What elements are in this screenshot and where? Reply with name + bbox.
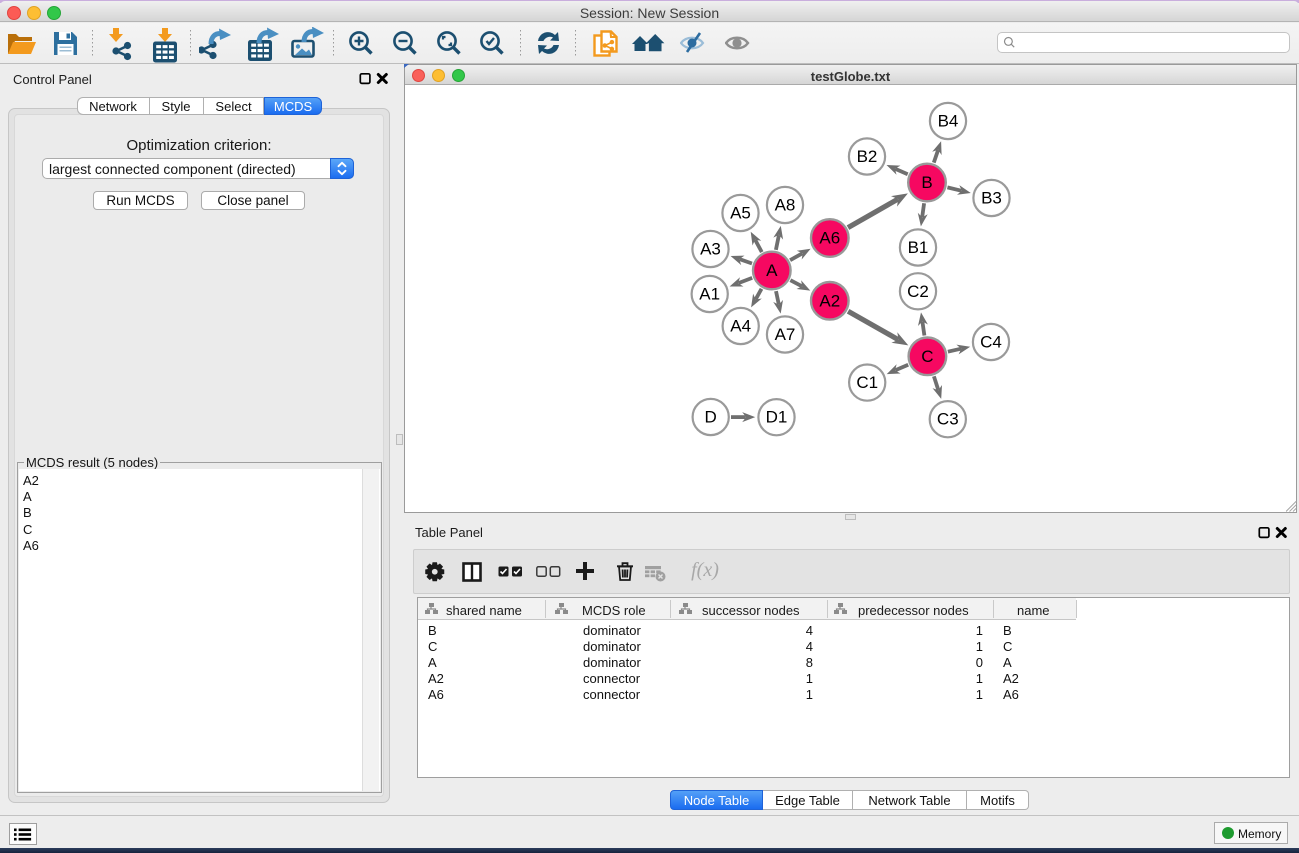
svg-text:C1: C1 — [856, 373, 878, 392]
svg-text:A4: A4 — [730, 317, 751, 336]
svg-text:A7: A7 — [775, 325, 796, 344]
svg-text:A5: A5 — [730, 204, 751, 223]
svg-text:B2: B2 — [857, 147, 878, 166]
svg-text:A8: A8 — [775, 196, 796, 215]
svg-text:A2: A2 — [819, 291, 840, 310]
svg-text:C: C — [921, 347, 933, 366]
svg-text:B: B — [921, 173, 932, 192]
svg-text:A3: A3 — [700, 240, 721, 259]
svg-text:D: D — [705, 408, 717, 427]
svg-text:A: A — [766, 261, 778, 280]
svg-text:A6: A6 — [819, 229, 840, 248]
svg-text:D1: D1 — [766, 408, 788, 427]
svg-text:A1: A1 — [699, 285, 720, 304]
svg-text:C4: C4 — [980, 333, 1002, 352]
svg-text:C3: C3 — [937, 410, 959, 429]
svg-text:C2: C2 — [907, 282, 929, 301]
svg-text:B4: B4 — [938, 112, 959, 131]
svg-text:B1: B1 — [908, 238, 929, 257]
svg-text:B3: B3 — [981, 189, 1002, 208]
